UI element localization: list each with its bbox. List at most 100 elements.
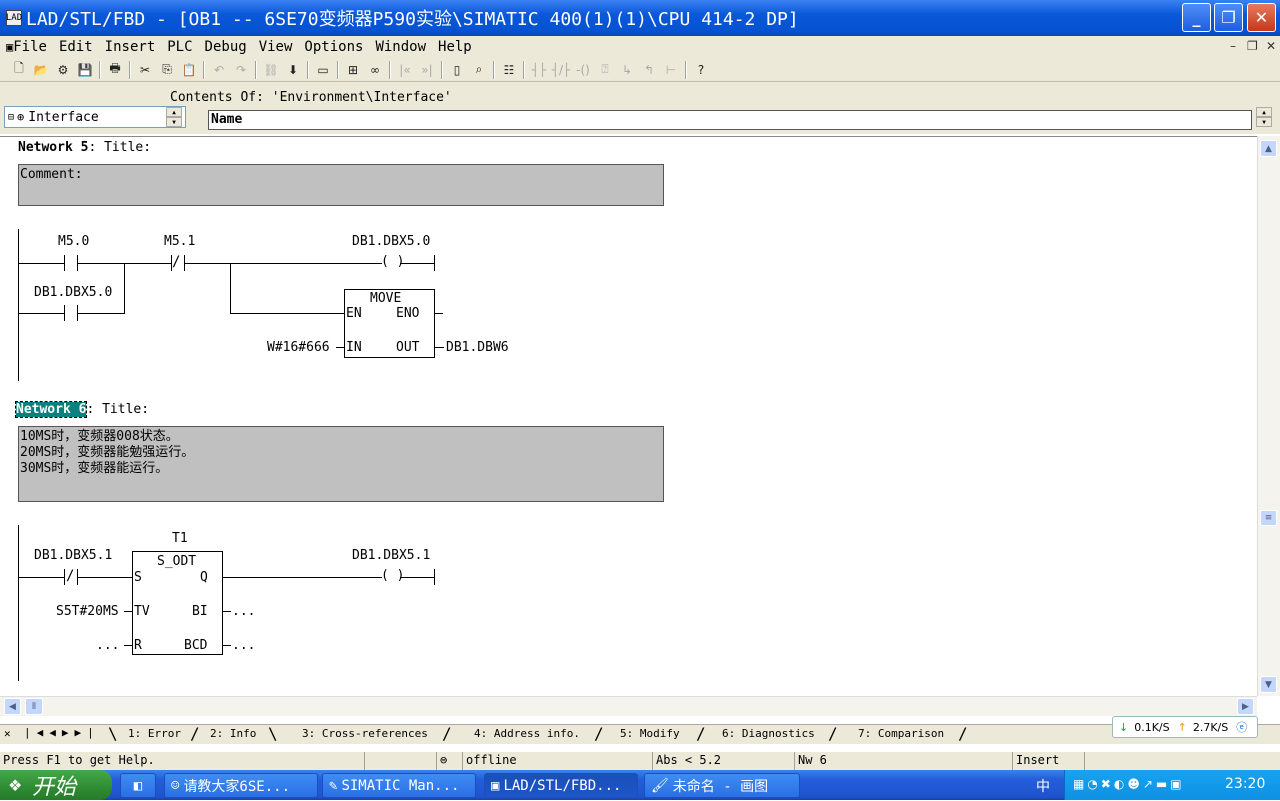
- contact-m5-1-label[interactable]: M5.1: [164, 234, 195, 249]
- move-out-value[interactable]: DB1.DBW6: [446, 340, 509, 355]
- tab-cross-references[interactable]: 3: Cross-references: [302, 727, 428, 740]
- network-5-comment[interactable]: Comment:: [18, 164, 664, 206]
- contents-scroll-down[interactable]: ▼: [1256, 117, 1272, 127]
- network-6-comment[interactable]: 10MS时，变频器008状态。 20MS时，变频器能勉强运行。 30MS时，变频…: [18, 426, 664, 502]
- contents-scroll-up[interactable]: ▲: [1256, 107, 1272, 117]
- help-icon[interactable]: ?: [690, 60, 712, 80]
- undo-icon[interactable]: ↶: [208, 60, 230, 80]
- scroll-up-button[interactable]: ▲: [1260, 140, 1277, 157]
- browser-icon: ⓔ: [1236, 721, 1248, 734]
- app-icon[interactable]: LAD: [6, 10, 22, 26]
- move-in-value[interactable]: W#16#666: [267, 340, 330, 355]
- open-icon[interactable]: 📂: [30, 60, 52, 80]
- menu-options[interactable]: Options: [304, 39, 363, 55]
- empty-box-icon[interactable]: ⍰: [594, 60, 616, 80]
- ime-indicator[interactable]: 中: [1036, 776, 1050, 796]
- overview-icon[interactable]: ▭: [312, 60, 334, 80]
- close-button[interactable]: ✕: [1247, 3, 1276, 32]
- redo-icon[interactable]: ↷: [230, 60, 252, 80]
- maximize-button[interactable]: ❐: [1214, 3, 1243, 32]
- mdi-close-button[interactable]: ✕: [1266, 39, 1276, 53]
- menu-file[interactable]: File: [13, 39, 47, 55]
- copy-icon[interactable]: ⎘: [156, 60, 178, 80]
- menu-help[interactable]: Help: [438, 39, 472, 55]
- program-elements-icon[interactable]: ▯: [446, 60, 468, 80]
- network-speed-widget[interactable]: ↓ 0.1K/S ↑ 2.7K/S ⓔ: [1112, 716, 1258, 738]
- horizontal-scrollbar[interactable]: ◀ ⦀ ▶: [0, 696, 1257, 716]
- glasses-icon[interactable]: ∞: [364, 60, 386, 80]
- download-speed: 0.1K/S: [1134, 720, 1170, 734]
- name-column-header[interactable]: Name: [208, 110, 1252, 130]
- collapse-icon[interactable]: ⊟: [8, 112, 14, 123]
- tab-diagnostics[interactable]: 6: Diagnostics: [722, 727, 815, 740]
- contact-db1-dbx5-1-label[interactable]: DB1.DBX5.1: [34, 548, 112, 563]
- paste-icon[interactable]: 📋: [178, 60, 200, 80]
- save-icon[interactable]: 💾: [74, 60, 96, 80]
- new-icon[interactable]: 🗋: [8, 60, 30, 80]
- coil-icon[interactable]: -(): [572, 60, 594, 80]
- tab-info[interactable]: 2: Info: [210, 727, 256, 740]
- coil-db1-dbx5-0-label[interactable]: DB1.DBX5.0: [352, 234, 430, 249]
- document-icon[interactable]: ▣: [6, 40, 13, 54]
- vertical-scrollbar[interactable]: ▲ ≡ ▼: [1257, 136, 1280, 696]
- timer-tv-value[interactable]: S5T#20MS: [56, 604, 119, 619]
- tab-modify[interactable]: 5: Modify: [620, 727, 680, 740]
- tab-address-info[interactable]: 4: Address info.: [474, 727, 580, 740]
- taskbar-item-chat[interactable]: ☺ 请教大家6SE...: [164, 773, 318, 798]
- download-icon[interactable]: ⬇: [282, 60, 304, 80]
- quick-launch-icon[interactable]: ◧: [120, 773, 156, 798]
- network-icon[interactable]: ⊞: [342, 60, 364, 80]
- horizontal-scroll-thumb[interactable]: ⦀: [25, 698, 43, 715]
- scroll-right-button[interactable]: ▶: [1237, 698, 1254, 715]
- taskbar-item-simatic[interactable]: ✎ SIMATIC Man...: [322, 773, 476, 798]
- move-out-pin: OUT: [396, 340, 420, 355]
- tray-icons[interactable]: ▦◔✖◐☻↗▬▣: [1073, 777, 1185, 791]
- monitor-icon[interactable]: ⛓: [260, 60, 282, 80]
- first-network-icon[interactable]: |«: [394, 60, 416, 80]
- network-5-title[interactable]: Network 5: Title:: [18, 140, 151, 155]
- scroll-down-button[interactable]: ▼: [1260, 676, 1277, 693]
- tab-navigation-arrows[interactable]: |◀◀▶▶|: [24, 726, 100, 739]
- clock[interactable]: 23:20: [1225, 776, 1265, 792]
- menu-edit[interactable]: Edit: [59, 39, 93, 55]
- timer-bi-value[interactable]: ...: [232, 604, 255, 619]
- accessible-nodes-icon[interactable]: ⚙: [52, 60, 74, 80]
- mdi-minimize-button[interactable]: –: [1230, 39, 1236, 53]
- last-network-icon[interactable]: »|: [416, 60, 438, 80]
- timer-r-value[interactable]: ...: [96, 638, 119, 653]
- interface-tree[interactable]: ⊟ ⊕ Interface: [4, 106, 186, 128]
- cut-icon[interactable]: ✂: [134, 60, 156, 80]
- menu-window[interactable]: Window: [375, 39, 426, 55]
- start-button[interactable]: ❖ 开始: [0, 770, 112, 800]
- tab-error[interactable]: 1: Error: [128, 727, 181, 740]
- nc-contact-icon[interactable]: ┤/├: [550, 60, 572, 80]
- close-details-icon[interactable]: ✕: [4, 727, 11, 740]
- menu-plc[interactable]: PLC: [167, 39, 192, 55]
- minimize-button[interactable]: _: [1182, 3, 1211, 32]
- scroll-left-button[interactable]: ◀: [4, 698, 21, 715]
- mdi-restore-button[interactable]: ❐: [1247, 39, 1258, 53]
- connection-icon[interactable]: ⊢: [660, 60, 682, 80]
- tab-comparison[interactable]: 7: Comparison: [858, 727, 944, 740]
- taskbar-item-paint[interactable]: 🖌 未命名 - 画图: [644, 773, 800, 798]
- timer-bcd-value[interactable]: ...: [232, 638, 255, 653]
- menu-insert[interactable]: Insert: [105, 39, 156, 55]
- zoom-icon[interactable]: ⌕: [468, 60, 490, 80]
- taskbar-item-ladstlfbd[interactable]: ▣ LAD/STL/FBD...: [484, 773, 638, 798]
- open-branch-icon[interactable]: ↳: [616, 60, 638, 80]
- menu-debug[interactable]: Debug: [205, 39, 247, 55]
- new-network-icon[interactable]: ☷: [498, 60, 520, 80]
- close-branch-icon[interactable]: ↰: [638, 60, 660, 80]
- upload-arrow-icon: ↑: [1177, 720, 1187, 734]
- coil-db1-dbx5-1-label[interactable]: DB1.DBX5.1: [352, 548, 430, 563]
- print-icon[interactable]: 🖶: [104, 60, 126, 80]
- vertical-scroll-thumb[interactable]: ≡: [1260, 510, 1277, 526]
- timer-address[interactable]: T1: [172, 531, 188, 546]
- interface-tree-label[interactable]: Interface: [28, 110, 98, 125]
- network-6-title[interactable]: Network 6: Title:: [14, 401, 149, 418]
- no-contact-icon[interactable]: ┤├: [528, 60, 550, 80]
- contact-db1-dbx5-0-label[interactable]: DB1.DBX5.0: [34, 285, 112, 300]
- contact-m5-0-label[interactable]: M5.0: [58, 234, 89, 249]
- menu-view[interactable]: View: [259, 39, 293, 55]
- ladder-editor[interactable]: Network 5: Title: Comment: M5.0 / M5.1 (…: [0, 136, 1257, 696]
